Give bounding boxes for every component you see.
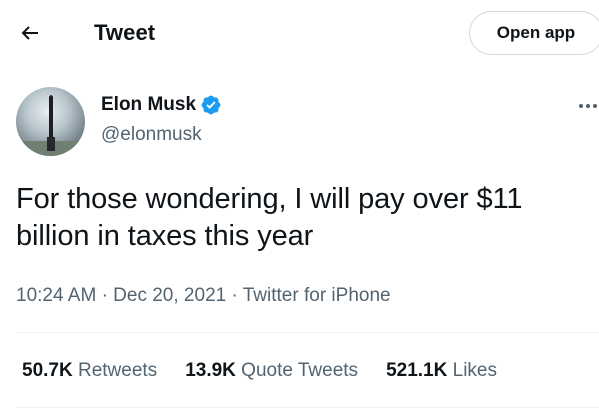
retweets-stat[interactable]: 50.7K Retweets <box>22 360 157 382</box>
author-handle[interactable]: @elonmusk <box>101 124 202 146</box>
author-name-row: Elon Musk <box>101 94 222 116</box>
top-bar: Tweet Open app <box>0 0 599 66</box>
avatar[interactable] <box>16 87 85 156</box>
open-app-button[interactable]: Open app <box>469 11 599 55</box>
quote-tweets-count: 13.9K <box>185 360 236 381</box>
tweet-time[interactable]: 10:24 AM <box>16 285 96 306</box>
likes-label: Likes <box>452 360 497 381</box>
tweet-source[interactable]: Twitter for iPhone <box>243 285 391 306</box>
page-title: Tweet <box>94 20 156 45</box>
meta-separator: · <box>231 285 238 306</box>
meta-separator: · <box>101 285 108 306</box>
avatar-image <box>16 87 85 156</box>
likes-count: 521.1K <box>386 360 448 381</box>
quote-tweets-label: Quote Tweets <box>241 360 359 381</box>
back-button[interactable] <box>14 19 46 47</box>
more-icon <box>579 104 597 108</box>
retweets-count: 50.7K <box>22 360 73 381</box>
likes-stat[interactable]: 521.1K Likes <box>386 360 497 382</box>
arrow-left-icon <box>21 26 38 40</box>
verified-badge-icon <box>201 95 221 115</box>
tweet-stats: 50.7K Retweets 13.9K Quote Tweets 521.1K… <box>22 360 525 382</box>
more-options-button[interactable] <box>573 96 599 116</box>
tweet-meta: 10:24 AM · Dec 20, 2021 · Twitter for iP… <box>16 285 391 307</box>
tweet-date[interactable]: Dec 20, 2021 <box>113 285 226 306</box>
divider <box>16 332 599 333</box>
quote-tweets-stat[interactable]: 13.9K Quote Tweets <box>185 360 358 382</box>
retweets-label: Retweets <box>77 360 158 381</box>
divider <box>16 407 599 408</box>
author-name[interactable]: Elon Musk <box>101 94 196 116</box>
tweet-text: For those wondering, I will pay over $11… <box>16 183 523 252</box>
